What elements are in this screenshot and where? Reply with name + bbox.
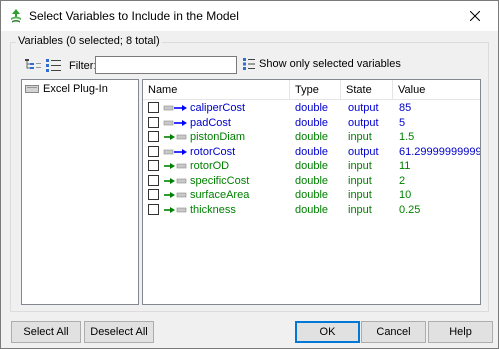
variable-name: surfaceArea [190,189,250,201]
row-checkbox[interactable] [148,174,159,186]
output-variable-icon [163,119,187,126]
input-variable-icon [164,177,187,184]
variable-state: input [348,131,372,143]
variable-name: pistonDiam [190,131,246,143]
select-all-button[interactable]: Select All [11,321,81,343]
row-checkbox[interactable] [148,131,159,142]
input-variable-icon [164,192,187,198]
variables-table: Name Type State Value caliperCost double o… [142,79,481,305]
column-header-type[interactable]: Type [290,80,341,100]
row-checkbox[interactable] [148,102,159,113]
input-variable-icon [164,134,187,140]
tree-view-icon[interactable] [23,57,43,73]
variable-state: input [348,174,372,187]
table-row[interactable]: padCost double output 5 [143,116,480,130]
variable-type: double [295,160,329,172]
app-logo-icon [11,9,21,23]
variable-type: double [295,145,329,158]
close-button[interactable] [452,1,498,31]
table-row[interactable]: surfaceArea double input 10 [143,188,480,202]
output-variable-icon [163,148,187,155]
table-row[interactable]: specificCost double input 2 [143,174,480,188]
variable-name: specificCost [190,174,250,187]
show-selected-icon [243,58,255,70]
variable-state: output [348,102,379,114]
list-view-icon[interactable] [44,57,64,73]
variable-name: thickness [190,203,236,216]
variable-type: double [295,131,329,143]
show-selected-button[interactable]: Show only selected variables [242,57,401,71]
variable-name: rotorCost [190,145,236,158]
input-variable-icon [164,163,187,169]
row-checkbox[interactable] [148,189,159,200]
tree-item-excel-plugin[interactable]: Excel Plug-In [25,83,108,95]
tree-item-label: Excel Plug-In [43,83,108,95]
variable-name: rotorOD [190,160,230,172]
variable-state: input [348,160,372,172]
column-header-name[interactable]: Name [143,80,290,100]
column-header-value[interactable]: Value [393,80,480,100]
variable-state: input [348,203,372,216]
title-bar: Select Variables to Include in the Model [1,1,498,31]
cancel-button[interactable]: Cancel [361,321,426,343]
dialog-window: Select Variables to Include in the Model… [0,0,499,349]
filter-input[interactable] [95,56,237,74]
variable-name: padCost [190,116,231,129]
variable-value: 0.25 [399,203,421,216]
help-button[interactable]: Help [428,321,493,343]
variable-state: output [348,116,379,129]
variable-type: double [295,102,329,114]
input-variable-icon [164,206,187,213]
variable-state: input [348,189,372,201]
table-row[interactable]: caliperCost double output 85 [143,101,480,115]
variable-type: double [295,116,329,129]
row-checkbox[interactable] [148,116,159,128]
variable-name: caliperCost [190,102,246,114]
row-checkbox[interactable] [148,203,159,215]
plugin-tree: Excel Plug-In [21,79,139,305]
table-row[interactable]: thickness double input 0.25 [143,203,480,217]
window-title: Select Variables to Include in the Model [29,9,239,23]
variable-value: 5 [399,116,406,129]
output-variable-icon [163,105,187,111]
variable-value: 61.29999999999... [399,145,481,158]
column-header-state[interactable]: State [341,80,393,100]
show-selected-label: Show only selected variables [259,58,401,70]
variable-type: double [295,189,329,201]
variable-value: 2 [399,174,406,187]
filter-label: Filter: [69,60,97,72]
ok-button[interactable]: OK [295,321,360,343]
row-checkbox[interactable] [148,160,159,171]
variable-type: double [295,174,329,187]
variable-value: 1.5 [399,131,415,143]
variable-type: double [295,203,329,216]
plugin-icon [25,85,39,93]
close-icon [470,11,480,21]
row-checkbox[interactable] [148,145,159,157]
variable-value: 85 [399,102,412,114]
table-row[interactable]: rotorCost double output 61.29999999999... [143,145,481,159]
table-row[interactable]: rotorOD double input 11 [143,159,480,173]
variable-state: output [348,145,379,158]
variable-value: 10 [399,189,412,201]
deselect-all-button[interactable]: Deselect All [84,321,154,343]
variable-value: 11 [399,160,411,172]
variables-group-label: Variables (0 selected; 8 total) [16,35,162,47]
table-row[interactable]: pistonDiam double input 1.5 [143,130,480,144]
